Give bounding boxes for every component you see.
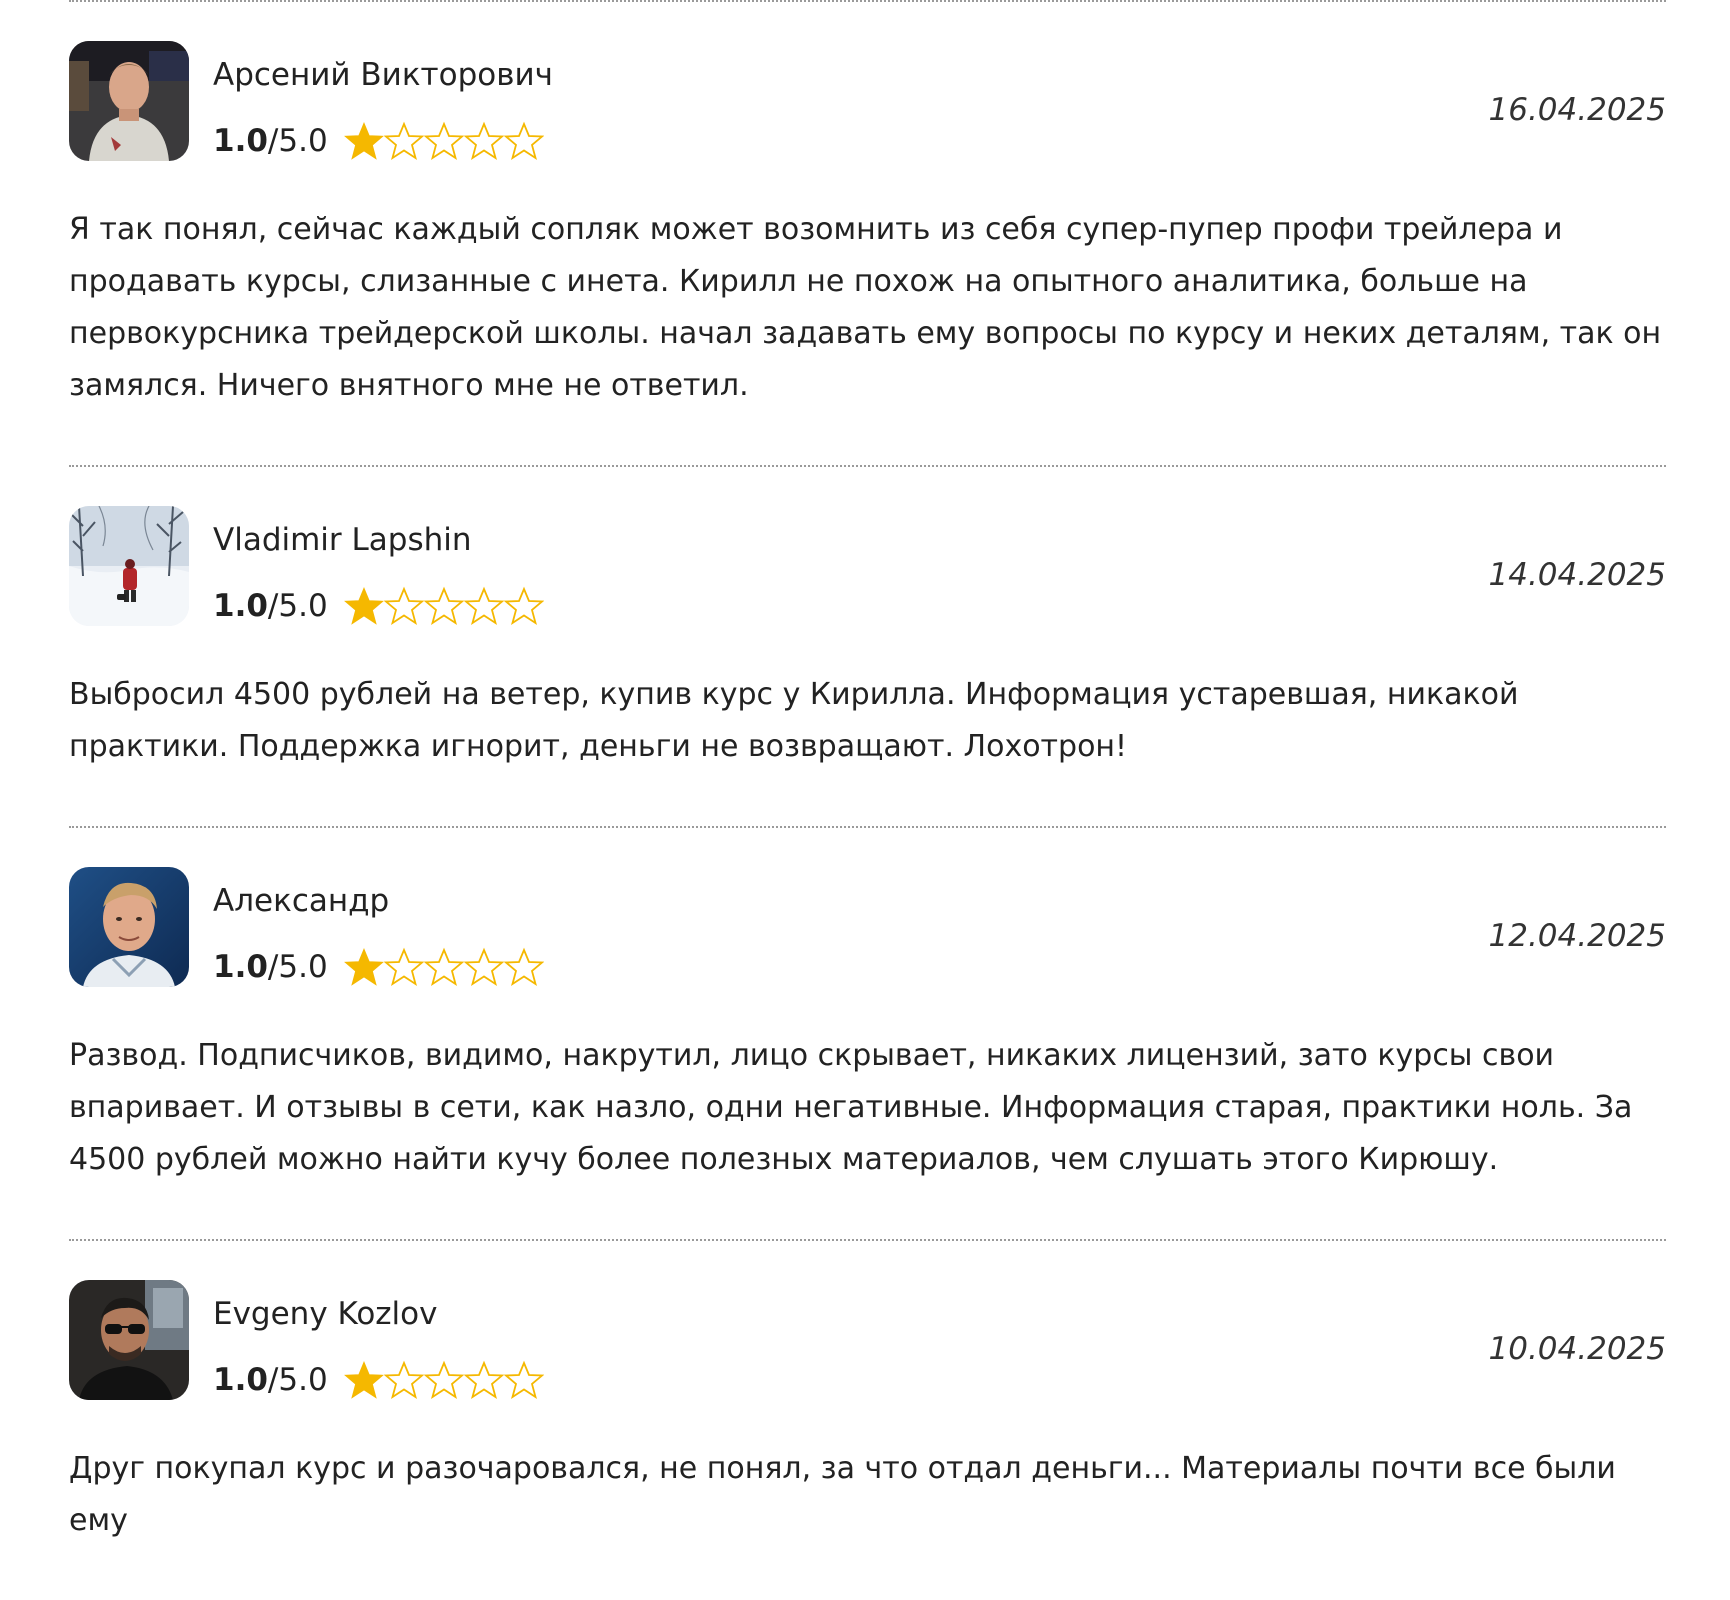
review-date: 10.04.2025 bbox=[1488, 1331, 1667, 1367]
star-empty-icon bbox=[423, 586, 464, 626]
rating-score: 1.0 bbox=[213, 949, 268, 985]
review-author: Арсений Викторович bbox=[213, 57, 553, 93]
review-text: Друг покупал курс и разочаровался, не по… bbox=[69, 1451, 1616, 1538]
man-portrait-avatar-photo-icon bbox=[69, 867, 189, 987]
star-empty-icon bbox=[503, 947, 544, 987]
rating: 1.0/5.0 bbox=[213, 586, 544, 626]
star-empty-icon bbox=[463, 121, 504, 161]
man-sunglasses-avatar-photo-icon bbox=[69, 1280, 189, 1400]
rating-score: 1.0 bbox=[213, 123, 268, 159]
review-author: Evgeny Kozlov bbox=[213, 1296, 438, 1332]
avatar bbox=[69, 506, 189, 626]
rating: 1.0/5.0 bbox=[213, 947, 544, 987]
star-rating bbox=[343, 947, 544, 987]
star-filled-icon bbox=[343, 122, 384, 160]
review-header: Арсений Викторович 1.0/5.0 16.04.2025 bbox=[69, 41, 1666, 161]
reviews-list: Арсений Викторович 1.0/5.0 16.04.2025 Я … bbox=[69, 0, 1666, 1600]
star-empty-icon bbox=[463, 586, 504, 626]
star-rating bbox=[343, 586, 544, 626]
winter-landscape-avatar-photo-icon bbox=[69, 506, 189, 626]
star-empty-icon bbox=[503, 121, 544, 161]
star-rating bbox=[343, 121, 544, 161]
review-date: 16.04.2025 bbox=[1488, 92, 1667, 128]
review-item: Александр 1.0/5.0 12.04.2025 Развод. Под… bbox=[69, 828, 1666, 1239]
review-author: Vladimir Lapshin bbox=[213, 522, 472, 558]
star-empty-icon bbox=[503, 1360, 544, 1400]
review-header: Александр 1.0/5.0 12.04.2025 bbox=[69, 867, 1666, 987]
star-filled-icon bbox=[343, 948, 384, 986]
star-empty-icon bbox=[383, 947, 424, 987]
review-date: 12.04.2025 bbox=[1488, 918, 1667, 954]
man-avatar-photo-icon bbox=[69, 41, 189, 161]
star-empty-icon bbox=[423, 947, 464, 987]
rating-max: /5.0 bbox=[267, 1362, 328, 1398]
rating-score: 1.0 bbox=[213, 1362, 268, 1398]
star-empty-icon bbox=[383, 1360, 424, 1400]
rating-max: /5.0 bbox=[267, 949, 328, 985]
star-filled-icon bbox=[343, 587, 384, 625]
review-header: Evgeny Kozlov 1.0/5.0 10.04.2025 bbox=[69, 1280, 1666, 1400]
star-empty-icon bbox=[383, 121, 424, 161]
review-item: Evgeny Kozlov 1.0/5.0 10.04.2025 Друг по… bbox=[69, 1241, 1666, 1600]
star-empty-icon bbox=[463, 947, 504, 987]
star-filled-icon bbox=[343, 1361, 384, 1399]
avatar bbox=[69, 41, 189, 161]
star-empty-icon bbox=[503, 586, 544, 626]
rating-score: 1.0 bbox=[213, 588, 268, 624]
review-date: 14.04.2025 bbox=[1488, 557, 1667, 593]
review-text: Развод. Подписчиков, видимо, накрутил, л… bbox=[69, 1038, 1633, 1177]
star-rating bbox=[343, 1360, 544, 1400]
star-empty-icon bbox=[423, 121, 464, 161]
avatar bbox=[69, 1280, 189, 1400]
review-text: Я так понял, сейчас каждый сопляк может … bbox=[69, 212, 1662, 403]
star-empty-icon bbox=[423, 1360, 464, 1400]
rating: 1.0/5.0 bbox=[213, 121, 544, 161]
review-text: Выбросил 4500 рублей на ветер, купив кур… bbox=[69, 677, 1519, 764]
star-empty-icon bbox=[383, 586, 424, 626]
star-empty-icon bbox=[463, 1360, 504, 1400]
review-author: Александр bbox=[213, 883, 390, 919]
review-item: Арсений Викторович 1.0/5.0 16.04.2025 Я … bbox=[69, 2, 1666, 465]
rating-max: /5.0 bbox=[267, 123, 328, 159]
rating: 1.0/5.0 bbox=[213, 1360, 544, 1400]
rating-max: /5.0 bbox=[267, 588, 328, 624]
avatar bbox=[69, 867, 189, 987]
review-header: Vladimir Lapshin 1.0/5.0 14.04.2025 bbox=[69, 506, 1666, 626]
review-item: Vladimir Lapshin 1.0/5.0 14.04.2025 Выбр… bbox=[69, 467, 1666, 826]
